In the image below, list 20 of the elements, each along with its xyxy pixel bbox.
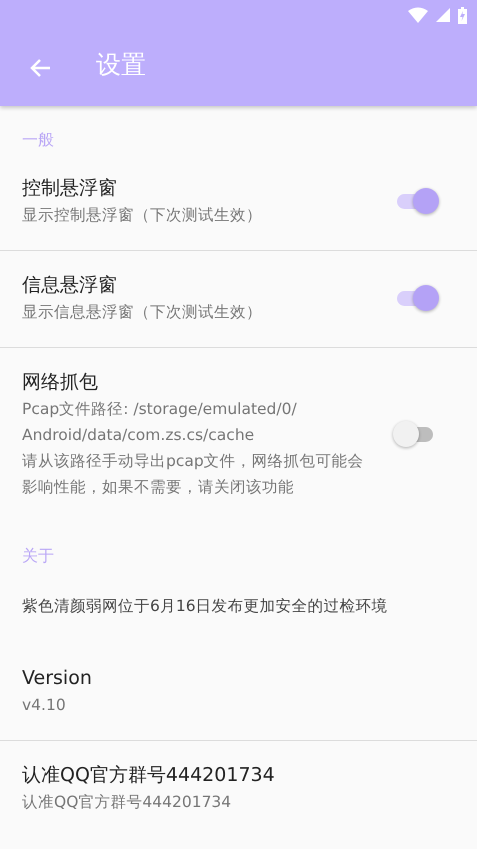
- setting-title: 信息悬浮窗: [22, 273, 118, 298]
- info-text: 紫色清颜弱网位于6月16日发布更加安全的过检环境: [22, 596, 389, 617]
- battery-icon: [458, 6, 467, 24]
- section-header: 关于: [21, 545, 55, 567]
- section-header: 一般: [21, 129, 55, 151]
- setting-title: 网络抓包: [22, 370, 99, 395]
- setting-summary: v4.10: [22, 695, 67, 716]
- setting-title: 认准QQ官方群号444201734: [22, 763, 276, 788]
- setting-summary: Pcap文件路径: /storage/emulated/0/ Android/data/com.zs.cs/cache 请从该路径手动导出pcap文件，网络抓包可能会影响性能，如果不需要，请关闭该功能: [22, 399, 365, 498]
- toggle-switch[interactable]: [395, 283, 439, 313]
- setting-summary: 显示信息悬浮窗（下次测试生效）: [22, 302, 262, 323]
- setting-summary: 认准QQ官方群号444201734: [22, 792, 232, 813]
- signal-icon: [436, 8, 450, 22]
- setting-title: Version: [22, 666, 93, 691]
- wifi-icon: [408, 7, 428, 23]
- screen-title: 设置: [96, 48, 146, 80]
- back-arrow-icon: [29, 58, 51, 78]
- toggle-switch[interactable]: [395, 186, 439, 216]
- setting-title: 控制悬浮窗: [22, 176, 118, 201]
- setting-summary: 显示控制悬浮窗（下次测试生效）: [22, 205, 262, 226]
